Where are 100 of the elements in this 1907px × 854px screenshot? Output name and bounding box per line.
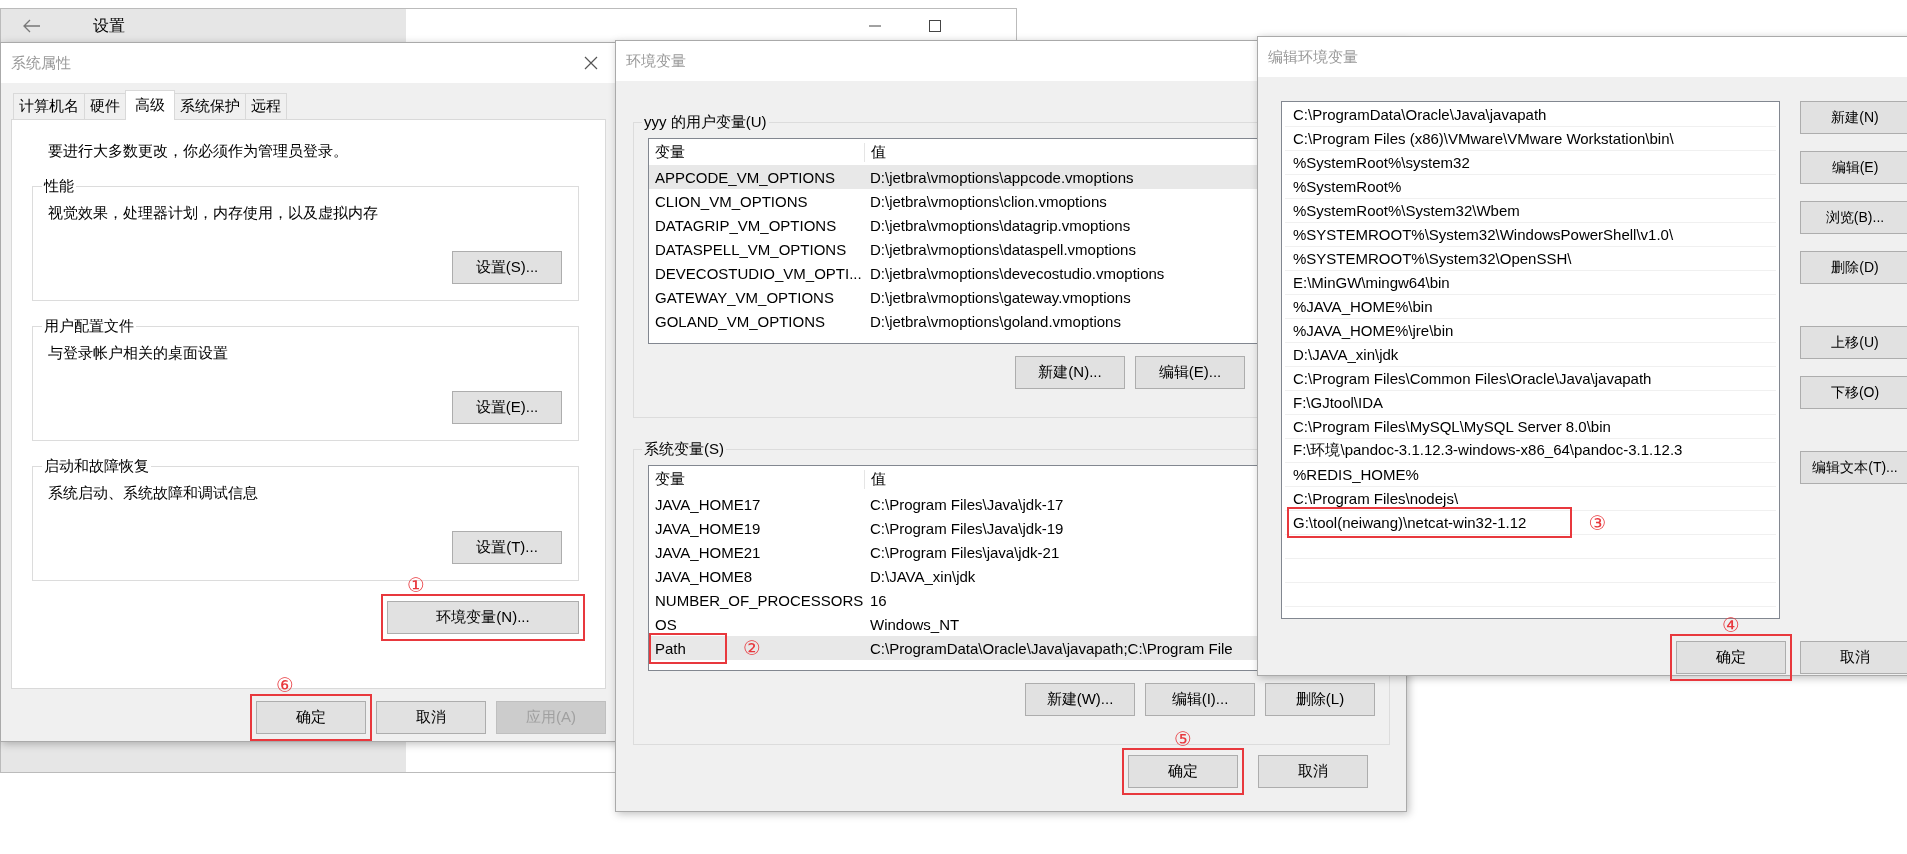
- path-entry[interactable]: C:\Program Files\Common Files\Oracle\Java\javapath: [1285, 367, 1776, 391]
- dialog-button[interactable]: 确定: [256, 701, 366, 734]
- group-description: 系统启动、系统故障和调试信息: [48, 484, 259, 503]
- variable-name: DATAGRIP_VM_OPTIONS: [655, 216, 837, 234]
- variable-value: C:\ProgramData\Oracle\Java\javapath;C:\Program File: [869, 639, 1233, 657]
- column-header[interactable]: 变量: [649, 469, 864, 489]
- path-entry[interactable]: %JAVA_HOME%\bin: [1285, 295, 1776, 319]
- environment-variables-button[interactable]: 环境变量(N)...: [387, 601, 579, 634]
- variable-name: Path: [655, 639, 686, 657]
- path-entry[interactable]: C:\Program Files\nodejs\: [1285, 487, 1776, 511]
- variable-value: C:\Program Files\java\jdk-21: [869, 543, 1060, 561]
- variable-name: DEVECOSTUDIO_VM_OPTI...: [655, 264, 862, 282]
- tab[interactable]: 计算机名: [13, 93, 85, 119]
- dialog-title: 环境变量: [626, 51, 686, 71]
- side-button[interactable]: 下移(O): [1800, 376, 1907, 409]
- variable-name: NUMBER_OF_PROCESSORS: [655, 591, 864, 609]
- column-header[interactable]: 值: [864, 142, 886, 162]
- path-text: C:\ProgramData\Oracle\Java\javapath: [1293, 106, 1547, 123]
- path-text: F:\环境\pandoc-3.1.12.3-windows-x86_64\pandoc-3.1.12.3: [1293, 441, 1683, 458]
- variable-name: OS: [655, 615, 677, 633]
- path-text: %SYSTEMROOT%\System32\WindowsPowerShell\v1.0\: [1293, 226, 1674, 243]
- path-text: %SystemRoot%\System32\Wbem: [1293, 202, 1520, 219]
- variable-value: 16: [869, 591, 887, 609]
- path-text: C:\Program Files (x86)\VMware\VMware Workstation\bin\: [1293, 130, 1674, 147]
- group-title: 用户配置文件: [43, 317, 135, 336]
- path-text: C:\Program Files\nodejs\: [1293, 490, 1459, 507]
- path-text: D:\JAVA_xin\jdk: [1293, 346, 1399, 363]
- dialog-title: 编辑环境变量: [1268, 47, 1358, 67]
- path-entry[interactable]: C:\Program Files (x86)\VMware\VMware Workstation\bin\: [1285, 127, 1776, 151]
- side-button[interactable]: 删除(D): [1800, 251, 1907, 284]
- list-button[interactable]: 新建(N)...: [1015, 356, 1125, 389]
- tab[interactable]: 远程: [245, 93, 287, 119]
- variable-value: D:\jetbra\vmoptions\datagrip.vmoptions: [869, 216, 1131, 234]
- list-button[interactable]: 新建(W)...: [1025, 683, 1135, 716]
- column-header[interactable]: 值: [864, 469, 886, 489]
- variable-value: D:\jetbra\vmoptions\appcode.vmoptions: [869, 168, 1134, 186]
- side-button[interactable]: 编辑(E): [1800, 151, 1907, 184]
- step-number: ④: [1722, 615, 1740, 635]
- tab[interactable]: 高级: [125, 90, 175, 120]
- path-text: %SYSTEMROOT%\System32\OpenSSH\: [1293, 250, 1572, 267]
- dialog-title: 系统属性: [11, 53, 71, 73]
- path-entry[interactable]: %SystemRoot%\System32\Wbem: [1285, 199, 1776, 223]
- group-title: yyy 的用户变量(U): [643, 113, 768, 132]
- admin-note: 要进行大多数更改，你必须作为管理员登录。: [48, 142, 349, 161]
- side-button[interactable]: 编辑文本(T)...: [1800, 451, 1907, 484]
- path-entry[interactable]: E:\MinGW\mingw64\bin: [1285, 271, 1776, 295]
- variable-name: JAVA_HOME17: [655, 495, 761, 513]
- path-entry[interactable]: D:\JAVA_xin\jdk: [1285, 343, 1776, 367]
- path-entry[interactable]: G:\tool(neiwang)\netcat-win32-1.12 ③: [1285, 511, 1776, 535]
- step-number: ①: [407, 575, 425, 595]
- variable-name: JAVA_HOME8: [655, 567, 752, 585]
- path-entry[interactable]: F:\GJtool\IDA: [1285, 391, 1776, 415]
- group-title: 性能: [42, 177, 75, 196]
- path-entry[interactable]: %SYSTEMROOT%\System32\OpenSSH\: [1285, 247, 1776, 271]
- group-description: 视觉效果，处理器计划，内存使用，以及虚拟内存: [48, 204, 379, 223]
- variable-value: C:\Program Files\Java\jdk-17: [869, 495, 1064, 513]
- path-entry[interactable]: C:\Program Files\MySQL\MySQL Server 8.0\bin: [1285, 415, 1776, 439]
- list-button[interactable]: 编辑(E)...: [1135, 356, 1245, 389]
- settings-button[interactable]: 设置(T)...: [452, 531, 562, 564]
- path-entry[interactable]: %SystemRoot%: [1285, 175, 1776, 199]
- settings-button[interactable]: 设置(S)...: [452, 251, 562, 284]
- variable-value: D:\jetbra\vmoptions\goland.vmoptions: [869, 312, 1121, 330]
- path-text: %JAVA_HOME%\bin: [1293, 298, 1433, 315]
- group-title: 启动和故障恢复: [43, 457, 150, 476]
- path-text: G:\tool(neiwang)\netcat-win32-1.12: [1293, 514, 1527, 531]
- path-entry[interactable]: %JAVA_HOME%\jre\bin: [1285, 319, 1776, 343]
- variable-name: GOLAND_VM_OPTIONS: [655, 312, 826, 330]
- path-entry[interactable]: C:\ProgramData\Oracle\Java\javapath: [1285, 103, 1776, 127]
- dialog-button[interactable]: 确定: [1676, 641, 1786, 674]
- variable-name: DATASPELL_VM_OPTIONS: [655, 240, 847, 258]
- group-description: 与登录帐户相关的桌面设置: [48, 344, 229, 363]
- path-text: %REDIS_HOME%: [1293, 466, 1419, 483]
- dialog-button[interactable]: 取消: [1258, 755, 1368, 788]
- path-text: %JAVA_HOME%\jre\bin: [1293, 322, 1454, 339]
- settings-button[interactable]: 设置(E)...: [452, 391, 562, 424]
- variable-name: JAVA_HOME19: [655, 519, 761, 537]
- dialog-button[interactable]: 取消: [1800, 641, 1907, 674]
- path-text: C:\Program Files\MySQL\MySQL Server 8.0\bin: [1293, 418, 1611, 435]
- back-arrow-icon[interactable]: [23, 19, 41, 33]
- dialog-button[interactable]: 确定: [1128, 755, 1238, 788]
- variable-value: D:\jetbra\vmoptions\dataspell.vmoptions: [869, 240, 1136, 258]
- variable-name: JAVA_HOME21: [655, 543, 761, 561]
- variable-name: APPCODE_VM_OPTIONS: [655, 168, 836, 186]
- maximize-icon[interactable]: [929, 20, 941, 32]
- list-button[interactable]: 删除(L): [1265, 683, 1375, 716]
- path-entry[interactable]: %REDIS_HOME%: [1285, 463, 1776, 487]
- side-button[interactable]: 新建(N): [1800, 101, 1907, 134]
- dialog-button[interactable]: 取消: [376, 701, 486, 734]
- step-number: ⑥: [276, 675, 294, 695]
- side-button[interactable]: 上移(U): [1800, 326, 1907, 359]
- path-entry[interactable]: %SYSTEMROOT%\System32\WindowsPowerShell\v1.0\: [1285, 223, 1776, 247]
- column-header[interactable]: 变量: [649, 142, 864, 162]
- list-button[interactable]: 编辑(I)...: [1145, 683, 1255, 716]
- path-entry[interactable]: F:\环境\pandoc-3.1.12.3-windows-x86_64\pandoc-3.1.12.3: [1285, 439, 1776, 463]
- variable-value: Windows_NT: [869, 615, 960, 633]
- path-entry[interactable]: %SystemRoot%\system32: [1285, 151, 1776, 175]
- variable-value: D:\jetbra\vmoptions\gateway.vmoptions: [869, 288, 1131, 306]
- side-button[interactable]: 浏览(B)...: [1800, 201, 1907, 234]
- close-icon[interactable]: [584, 56, 598, 70]
- variable-value: D:\jetbra\vmoptions\devecostudio.vmoptions: [869, 264, 1165, 282]
